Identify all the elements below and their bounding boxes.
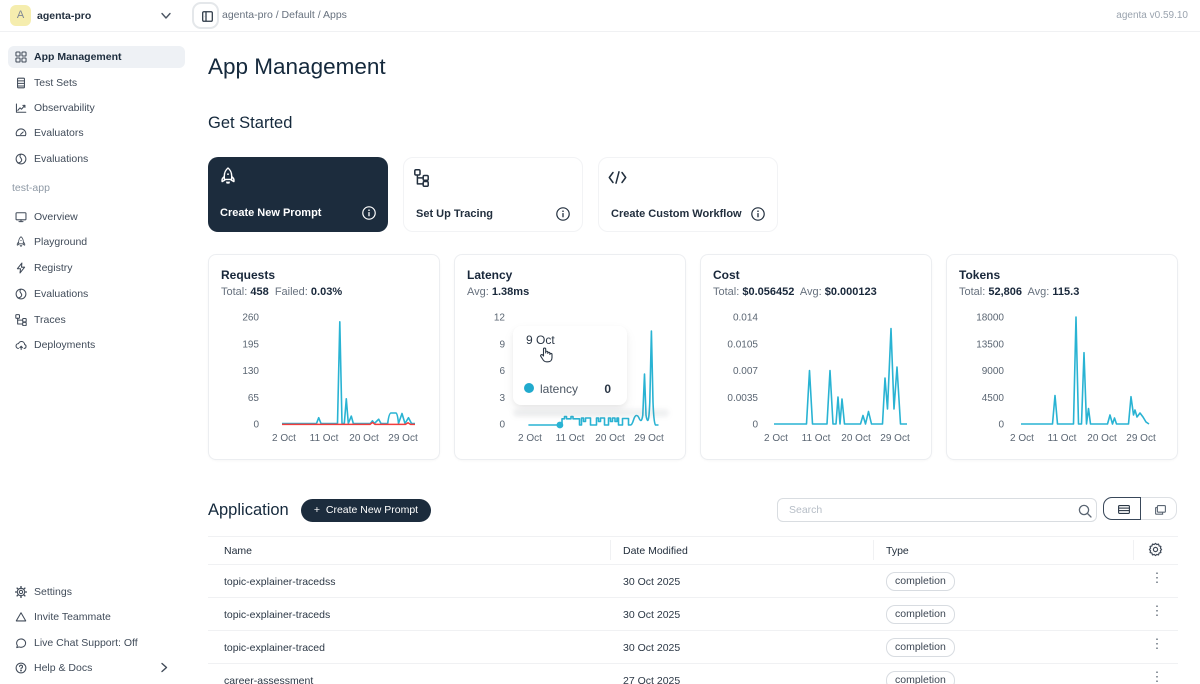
- svg-text:0.0035: 0.0035: [727, 393, 758, 404]
- svg-text:6: 6: [499, 366, 505, 377]
- svg-text:20 Oct: 20 Oct: [1087, 433, 1117, 444]
- svg-text:0: 0: [499, 420, 505, 431]
- svg-text:0.014: 0.014: [733, 313, 758, 324]
- svg-text:13500: 13500: [976, 339, 1004, 350]
- svg-text:11 Oct: 11 Oct: [802, 433, 831, 444]
- svg-text:65: 65: [248, 393, 260, 404]
- svg-text:130: 130: [242, 366, 259, 377]
- svg-text:20 Oct: 20 Oct: [349, 433, 379, 444]
- svg-text:0: 0: [253, 420, 259, 431]
- svg-text:2 Oct: 2 Oct: [1010, 433, 1034, 444]
- svg-text:0.007: 0.007: [733, 366, 758, 377]
- svg-text:29 Oct: 29 Oct: [634, 433, 664, 444]
- svg-text:29 Oct: 29 Oct: [880, 433, 910, 444]
- svg-text:2 Oct: 2 Oct: [764, 433, 788, 444]
- svg-text:0: 0: [752, 420, 758, 431]
- svg-text:195: 195: [242, 339, 259, 350]
- svg-text:11 Oct: 11 Oct: [1048, 433, 1077, 444]
- svg-text:0.0105: 0.0105: [727, 339, 758, 350]
- svg-text:20 Oct: 20 Oct: [595, 433, 625, 444]
- svg-text:9000: 9000: [982, 366, 1005, 377]
- svg-text:12: 12: [494, 313, 506, 324]
- svg-text:9: 9: [499, 339, 505, 350]
- svg-text:0: 0: [998, 420, 1004, 431]
- svg-text:260: 260: [242, 313, 259, 324]
- svg-text:29 Oct: 29 Oct: [1126, 433, 1156, 444]
- svg-text:18000: 18000: [976, 313, 1004, 324]
- svg-text:29 Oct: 29 Oct: [388, 433, 418, 444]
- svg-text:11 Oct: 11 Oct: [310, 433, 339, 444]
- svg-text:4500: 4500: [982, 393, 1005, 404]
- svg-text:2 Oct: 2 Oct: [272, 433, 296, 444]
- svg-text:2 Oct: 2 Oct: [518, 433, 542, 444]
- svg-text:11 Oct: 11 Oct: [556, 433, 585, 444]
- svg-text:20 Oct: 20 Oct: [841, 433, 871, 444]
- svg-text:3: 3: [499, 393, 505, 404]
